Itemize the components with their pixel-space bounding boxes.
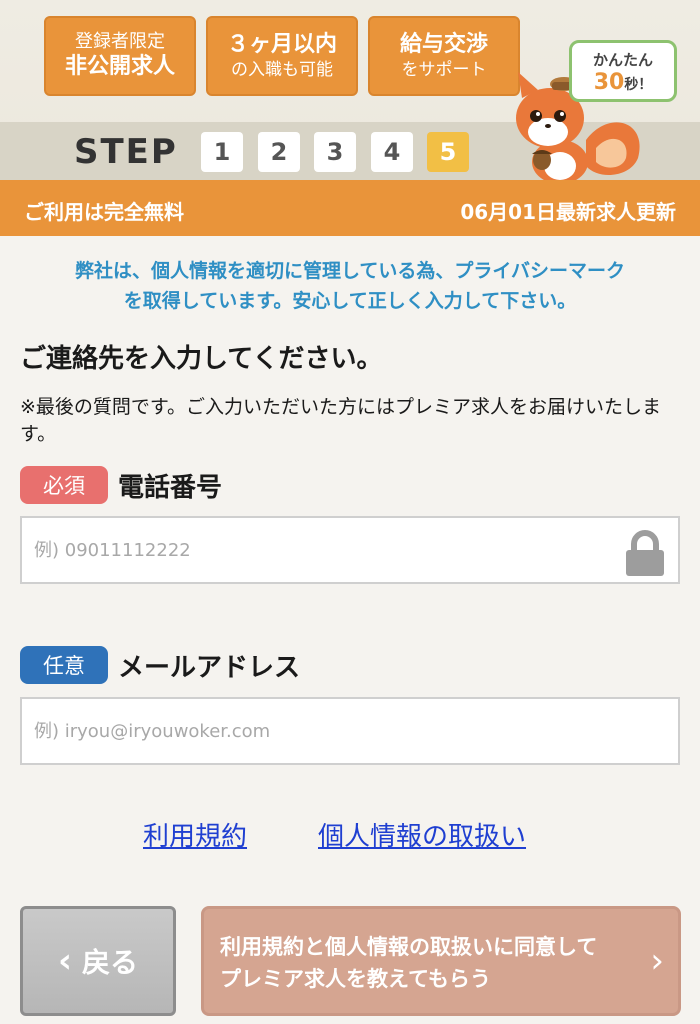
badge-line1: 給与交渉 — [399, 32, 488, 57]
form-note: ※最後の質問です。ご入力いただいた方にはプレミア求人をお届けいたします。 — [20, 396, 662, 445]
submit-button[interactable]: 利用規約と個人情報の取扱いに同意して プレミア求人を教えてもらう › — [201, 906, 681, 1016]
badge-line1: ３ヶ月以内 — [226, 32, 337, 57]
submit-button-label: 利用規約と個人情報の取扱いに同意して プレミア求人を教えてもらう — [220, 931, 640, 995]
privacy-notice: 弊社は、個人情報を適切に管理している為、プライバシーマーク を取得しています。安… — [0, 256, 700, 316]
chevron-left-icon: ‹ — [57, 941, 72, 981]
email-label: メールアドレス — [118, 652, 301, 683]
privacy-policy-link[interactable]: 個人情報の取扱い — [318, 816, 526, 853]
back-button-label: 戻る — [82, 946, 139, 979]
badge-exclusive-jobs: 登録者限定 非公開求人 — [44, 16, 196, 96]
badge-quick-start: ３ヶ月以内 の入職も可能 — [206, 16, 358, 96]
step-2: 2 — [258, 132, 300, 172]
submit-label-line1: 利用規約と個人情報の取扱いに同意して — [220, 935, 598, 959]
email-input[interactable] — [22, 699, 678, 763]
phone-label: 電話番号 — [118, 472, 223, 503]
lock-icon — [626, 530, 664, 576]
bubble-time: 30秒！ — [572, 70, 674, 95]
badge-line2: をサポート — [401, 60, 487, 80]
info-bar: ご利用は完全無料 06月01日最新求人更新 — [0, 180, 700, 236]
step-1: 1 — [201, 132, 243, 172]
badge-line1: 登録者限定 — [75, 31, 165, 52]
quick-signup-bubble: かんたん 30秒！ — [569, 40, 677, 102]
step-5-current: 5 — [427, 132, 469, 172]
badge-line2: の入職も可能 — [231, 60, 333, 80]
page-title: ご連絡先を入力してください。 — [20, 344, 383, 374]
email-label-row: 任意 メールアドレス — [20, 646, 300, 684]
badge-line2: 非公開求人 — [64, 54, 175, 79]
free-service-text: ご利用は完全無料 — [24, 200, 184, 224]
phone-field-container — [20, 516, 680, 584]
submit-label-line2: プレミア求人を教えてもらう — [220, 967, 491, 991]
bubble-suffix: 秒！ — [624, 77, 653, 93]
back-button[interactable]: ‹ 戻る — [20, 906, 176, 1016]
step-4: 4 — [371, 132, 413, 172]
update-date-text: 06月01日最新求人更新 — [460, 200, 676, 224]
required-badge: 必須 — [20, 466, 108, 504]
hero-banner: 登録者限定 非公開求人 ３ヶ月以内 の入職も可能 給与交渉 をサポート STEP… — [0, 0, 700, 180]
phone-label-row: 必須 電話番号 — [20, 466, 222, 504]
chevron-right-icon: › — [650, 941, 664, 981]
terms-link[interactable]: 利用規約 — [143, 816, 247, 853]
privacy-line1: 弊社は、個人情報を適切に管理している為、プライバシーマーク — [74, 260, 626, 282]
step-3: 3 — [314, 132, 356, 172]
step-label: STEP — [74, 132, 178, 172]
phone-input[interactable] — [22, 518, 678, 582]
bubble-number: 30 — [593, 70, 625, 95]
bubble-text: かんたん — [592, 51, 653, 69]
optional-badge: 任意 — [20, 646, 108, 684]
privacy-line2: を取得しています。安心して正しく入力して下さい。 — [123, 290, 577, 312]
email-field-container — [20, 697, 680, 765]
